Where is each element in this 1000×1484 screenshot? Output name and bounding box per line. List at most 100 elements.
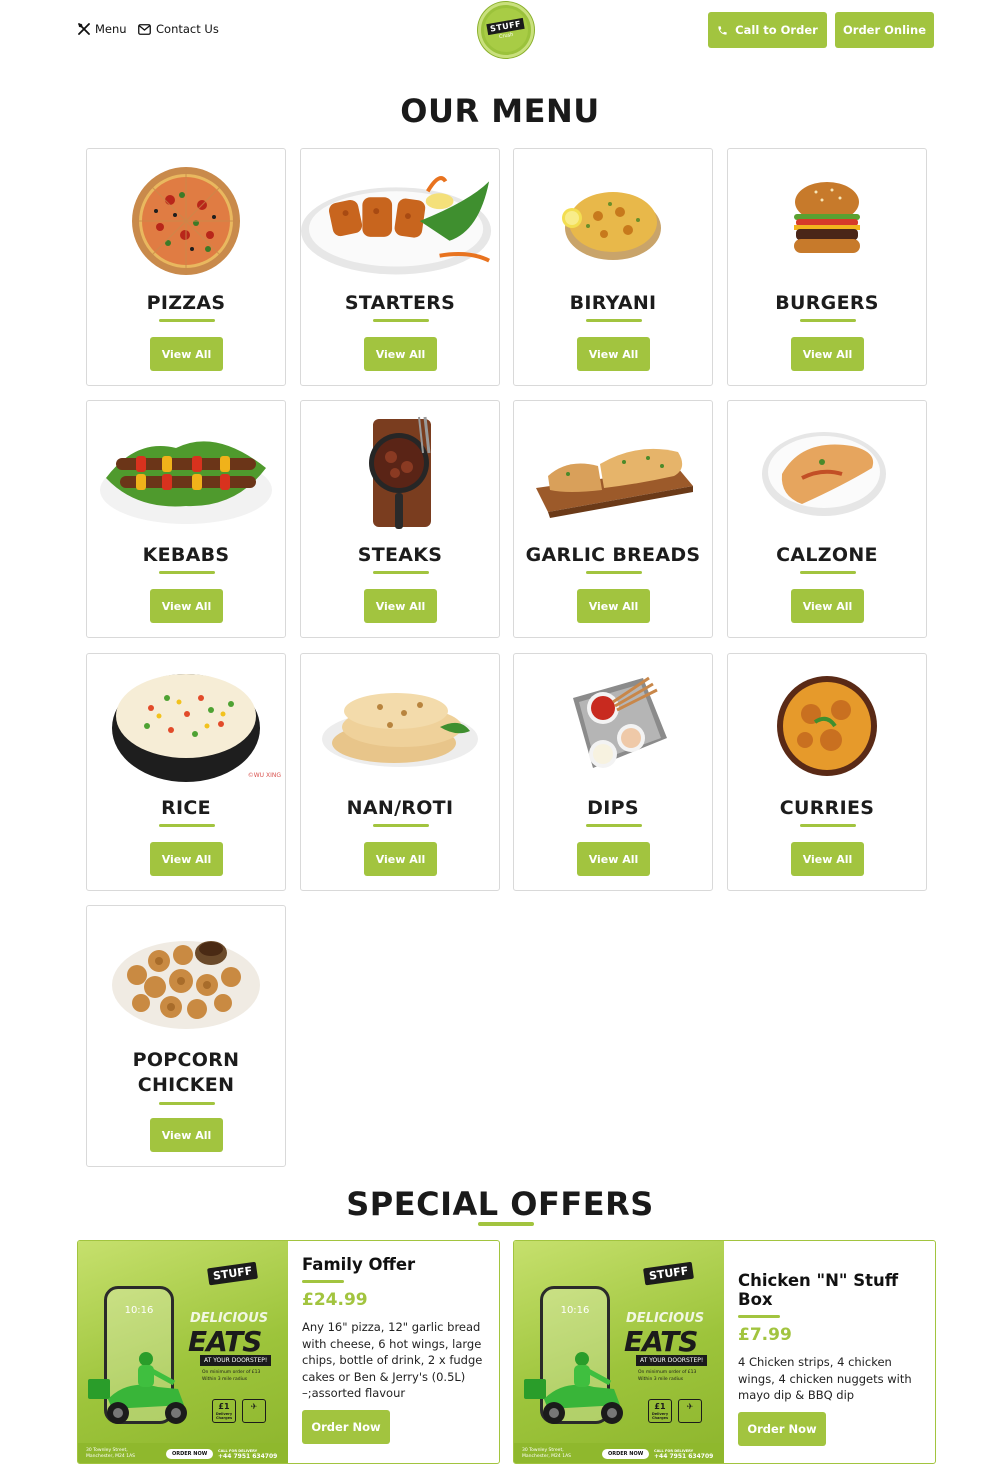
- promo-bullet: On minimum order of £13: [202, 1370, 261, 1375]
- pizza-image: [87, 155, 285, 287]
- promo-delicious: DELICIOUS: [190, 1311, 269, 1326]
- menu-card-title: PIZZAS: [146, 292, 226, 314]
- garlic-bread-image: [514, 407, 712, 539]
- menu-card[interactable]: GARLIC BREADS View All: [513, 400, 713, 638]
- menu-card-title: STARTERS: [344, 292, 456, 314]
- offer-body: Family Offer £24.99 Any 16" pizza, 12" g…: [302, 1255, 489, 1444]
- delivery-scooter-icon: [88, 1352, 187, 1424]
- promo-eats: EATS: [188, 1325, 262, 1358]
- call-button-label: Call to Order: [735, 23, 818, 37]
- kebab-image: [87, 407, 285, 539]
- order-now-button[interactable]: Order Now: [302, 1409, 390, 1444]
- logo-subtext: Crush: [498, 31, 514, 41]
- promo-image: 10:16 STUFF DELICIOUS EATS AT YOUR DOORS…: [514, 1241, 724, 1463]
- menu-card-underline: [800, 571, 856, 574]
- view-all-button[interactable]: View All: [364, 842, 437, 876]
- offer-card[interactable]: 10:16 STUFF DELICIOUS EATS AT YOUR DOORS…: [513, 1240, 936, 1464]
- menu-link-label: Menu: [95, 22, 127, 36]
- menu-card-underline: [159, 571, 215, 574]
- offer-price: £24.99: [302, 1290, 368, 1310]
- menu-card-title: STEAKS: [357, 544, 443, 566]
- delivery-charge-label: Delivery Charges: [215, 1412, 233, 1420]
- offer-body: Chicken "N" Stuff Box £7.99 4 Chicken st…: [738, 1271, 925, 1446]
- menu-card-title: KEBABS: [142, 544, 230, 566]
- promo-phone-number: +44 7951 634709: [218, 1453, 278, 1460]
- promo-doorstep: AT YOUR DOORSTEP!: [200, 1355, 272, 1366]
- menu-card-title: CALZONE: [776, 544, 878, 566]
- delivery-charge-value: £1: [218, 1402, 230, 1411]
- promo-order-now: ORDER NOW: [166, 1449, 214, 1459]
- promo-delicious: DELICIOUS: [626, 1311, 705, 1326]
- contact-link-label: Contact Us: [156, 22, 219, 36]
- promo-phone: CALL FOR DELIVERY +44 7951 634709: [654, 1449, 713, 1460]
- offer-underline: [738, 1315, 780, 1318]
- view-all-button[interactable]: View All: [791, 589, 864, 623]
- menu-card-title: NAN/ROTI: [346, 797, 454, 819]
- offer-price: £7.99: [738, 1325, 792, 1345]
- phone-time: 10:16: [124, 1305, 154, 1316]
- phone-time: 10:16: [560, 1305, 590, 1316]
- order-now-button[interactable]: Order Now: [738, 1411, 826, 1446]
- menu-card[interactable]: KEBABS View All: [86, 400, 286, 638]
- view-all-button[interactable]: View All: [150, 337, 223, 371]
- curry-image: [728, 660, 926, 792]
- menu-card[interactable]: CURRIES View All: [727, 653, 927, 891]
- menu-card-underline: [373, 571, 429, 574]
- menu-card[interactable]: STARTERS View All: [300, 148, 500, 386]
- contact-link[interactable]: Contact Us: [138, 22, 219, 36]
- view-all-button[interactable]: View All: [577, 589, 650, 623]
- menu-card-underline: [800, 319, 856, 322]
- promo-bullet: Within 3 mile radius: [638, 1377, 684, 1382]
- menu-section-title: OUR MENU: [400, 92, 600, 130]
- view-all-button[interactable]: View All: [150, 842, 223, 876]
- offer-description: 4 Chicken strips, 4 chicken wings, 4 chi…: [738, 1355, 912, 1402]
- menu-card[interactable]: RICE View All ©WU XING: [86, 653, 286, 891]
- menu-card-underline: [373, 824, 429, 827]
- image-watermark: ©WU XING: [247, 772, 281, 779]
- promo-image: 10:16 STUFF DELICIOUS EATS AT YOUR DOORS…: [78, 1241, 288, 1463]
- menu-card[interactable]: BIRYANI View All: [513, 148, 713, 386]
- promo-logo: STUFF: [207, 1261, 259, 1286]
- view-all-button[interactable]: View All: [364, 337, 437, 371]
- phone-icon: [718, 25, 727, 35]
- offer-card[interactable]: 10:16 STUFF DELICIOUS EATS AT YOUR DOORS…: [77, 1240, 500, 1464]
- view-all-button[interactable]: View All: [150, 1118, 223, 1152]
- scooter-box-icon: ✈: [242, 1399, 266, 1423]
- menu-link[interactable]: Menu: [78, 22, 127, 36]
- menu-card-title: RICE: [161, 797, 211, 819]
- offer-title: Family Offer: [302, 1255, 416, 1274]
- brand-logo[interactable]: STUFF Crush: [478, 2, 534, 58]
- view-all-button[interactable]: View All: [791, 842, 864, 876]
- menu-card[interactable]: STEAKS View All: [300, 400, 500, 638]
- menu-card[interactable]: DIPS View All: [513, 653, 713, 891]
- promo-bullet: Within 3 mile radius: [202, 1377, 248, 1382]
- view-all-button[interactable]: View All: [577, 842, 650, 876]
- view-all-button[interactable]: View All: [577, 337, 650, 371]
- view-all-button[interactable]: View All: [150, 589, 223, 623]
- dips-image: [514, 660, 712, 792]
- offer-title: Chicken "N" Stuff Box: [738, 1271, 899, 1309]
- menu-card[interactable]: NAN/ROTI View All: [300, 653, 500, 891]
- menu-card[interactable]: POPCORN CHICKEN View All: [86, 905, 286, 1167]
- starters-image: [301, 155, 499, 287]
- delivery-scooter-icon: [524, 1352, 623, 1424]
- promo-address: 30 Townley Street, Manchester, M24 1AS: [522, 1448, 572, 1459]
- menu-card[interactable]: CALZONE View All: [727, 400, 927, 638]
- menu-card[interactable]: BURGERS View All: [727, 148, 927, 386]
- order-online-button[interactable]: Order Online: [835, 12, 934, 48]
- view-all-button[interactable]: View All: [364, 589, 437, 623]
- menu-card[interactable]: PIZZAS View All: [86, 148, 286, 386]
- view-all-button[interactable]: View All: [791, 337, 864, 371]
- promo-eats: EATS: [624, 1325, 698, 1358]
- menu-card-title: BURGERS: [775, 292, 879, 314]
- promo-bullets: On minimum order of £13 Within 3 mile ra…: [202, 1369, 282, 1383]
- promo-phone-number: +44 7951 634709: [654, 1453, 714, 1460]
- offer-underline: [302, 1280, 344, 1283]
- cutlery-icon: [78, 23, 90, 35]
- menu-card-underline: [159, 319, 215, 322]
- popcorn-chicken-image: [87, 912, 285, 1044]
- promo-bullets: On minimum order of £13 Within 3 mile ra…: [638, 1369, 718, 1383]
- menu-card-title: DIPS: [587, 797, 639, 819]
- call-to-order-button[interactable]: Call to Order: [708, 12, 827, 48]
- menu-card-title: BIRYANI: [569, 292, 657, 314]
